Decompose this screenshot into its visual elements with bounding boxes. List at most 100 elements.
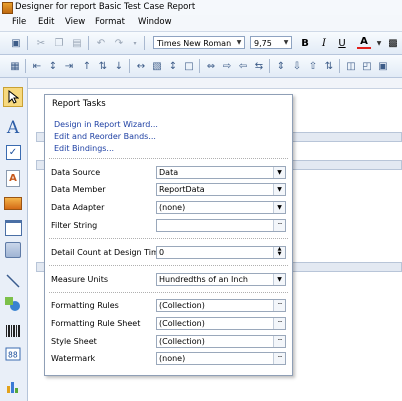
filter-string-field[interactable]: ··· — [156, 219, 286, 232]
chevron-down-icon[interactable]: ▼ — [234, 37, 244, 48]
toolbox: A ✓ A 88 — [0, 78, 28, 401]
data-source-value: Data — [159, 168, 179, 177]
cut-icon[interactable]: ✂ — [34, 36, 48, 50]
edit-bindings-link[interactable]: Edit Bindings... — [54, 144, 114, 153]
decrease-horizontal-spacing-icon[interactable]: ⇦ — [236, 59, 250, 73]
center-horizontally-icon[interactable]: ◫ — [344, 59, 358, 73]
menu-window[interactable]: Window — [138, 17, 172, 27]
data-member-value: ReportData — [159, 185, 205, 194]
spin-arrows-icon[interactable]: ▲ ▼ — [273, 247, 285, 258]
design-in-report-wizard-link[interactable]: Design in Report Wizard... — [54, 120, 158, 129]
pointer-tool-icon[interactable] — [3, 87, 23, 107]
redo-dropdown-icon[interactable]: ▾ — [128, 36, 142, 50]
watermark-label: Watermark — [51, 354, 96, 363]
toolbar-separator — [25, 59, 26, 73]
redo-icon[interactable]: ↷ — [112, 36, 126, 50]
horizontal-ruler — [28, 78, 402, 89]
same-width-icon[interactable]: ↔ — [134, 59, 148, 73]
menu-edit[interactable]: Edit — [38, 17, 54, 27]
chevron-down-icon[interactable]: ▼ — [273, 184, 285, 195]
chevron-down-icon[interactable]: ▼ — [372, 36, 386, 50]
formatting-rules-value: (Collection) — [159, 301, 205, 310]
toolbar-separator — [27, 36, 28, 50]
shape-tool-icon[interactable] — [3, 294, 23, 314]
chevron-down-icon[interactable]: ▼ — [273, 274, 285, 285]
remove-horizontal-spacing-icon[interactable]: ⇆ — [252, 59, 266, 73]
label-tool-icon[interactable]: A — [3, 118, 23, 138]
formatting-rules-field[interactable]: (Collection) ··· — [156, 299, 286, 312]
chevron-down-icon[interactable]: ▼ — [273, 167, 285, 178]
style-sheet-label: Style Sheet — [51, 337, 97, 346]
detail-count-spinner[interactable]: 0 ▲ ▼ — [156, 246, 286, 259]
increase-horizontal-spacing-icon[interactable]: ⇨ — [220, 59, 234, 73]
bold-button[interactable]: B — [298, 36, 312, 50]
center-vertically-icon[interactable]: ◰ — [360, 59, 374, 73]
undo-icon[interactable]: ↶ — [94, 36, 108, 50]
ellipsis-icon[interactable]: ··· — [273, 336, 285, 347]
size-to-grid-icon[interactable]: ▧ — [150, 59, 164, 73]
ellipsis-icon[interactable]: ··· — [273, 220, 285, 231]
measure-units-combo[interactable]: Hundredths of an Inch ▼ — [156, 273, 286, 286]
chevron-down-icon[interactable]: ▼ — [281, 37, 291, 48]
align-middle-icon[interactable]: ⇅ — [96, 59, 110, 73]
font-color-button[interactable]: A — [357, 36, 371, 49]
ellipsis-icon[interactable]: ··· — [273, 318, 285, 329]
style-sheet-field[interactable]: (Collection) ··· — [156, 335, 286, 348]
divider — [49, 265, 288, 266]
underline-button[interactable]: U — [335, 36, 349, 50]
chart-tool-icon[interactable] — [3, 376, 23, 396]
toolbar-separator — [144, 36, 145, 50]
increase-vertical-spacing-icon[interactable]: ⇩ — [290, 59, 304, 73]
italic-button[interactable]: I — [317, 36, 331, 50]
bring-to-front-icon[interactable]: ▣ — [376, 59, 390, 73]
zipcode-tool-icon[interactable]: 88 — [3, 344, 23, 364]
align-right-icon[interactable]: ⇥ — [62, 59, 76, 73]
copy-icon[interactable]: ❐ — [52, 36, 66, 50]
measure-units-label: Measure Units — [51, 275, 108, 284]
data-member-label: Data Member — [51, 185, 106, 194]
table-tool-icon[interactable] — [3, 240, 23, 260]
app-icon — [2, 2, 13, 14]
chevron-down-icon[interactable]: ▼ — [273, 202, 285, 213]
line-tool-icon[interactable] — [3, 271, 23, 291]
toolbar-separator — [269, 59, 270, 73]
formatting-rule-sheet-label: Formatting Rule Sheet — [51, 319, 141, 328]
ellipsis-icon[interactable]: ··· — [273, 300, 285, 311]
menu-bar: File Edit View Format Window — [0, 15, 402, 32]
data-adapter-combo[interactable]: (none) ▼ — [156, 201, 286, 214]
align-top-icon[interactable]: ↑ — [80, 59, 94, 73]
horizontal-spacing-equal-icon[interactable]: ⇔ — [204, 59, 218, 73]
background-color-icon[interactable]: ▩ — [386, 36, 400, 50]
remove-vertical-spacing-icon[interactable]: ⇅ — [322, 59, 336, 73]
checkbox-tool-icon[interactable]: ✓ — [3, 142, 23, 162]
same-size-icon[interactable]: □ — [182, 59, 196, 73]
detail-count-value: 0 — [159, 248, 165, 257]
menu-file[interactable]: File — [12, 17, 26, 27]
font-name-combo[interactable]: Times New Roman ▼ — [153, 36, 245, 49]
ellipsis-icon[interactable]: ··· — [273, 353, 285, 364]
data-source-combo[interactable]: Data ▼ — [156, 166, 286, 179]
edit-reorder-bands-link[interactable]: Edit and Reorder Bands... — [54, 132, 156, 141]
same-height-icon[interactable]: ↕ — [166, 59, 180, 73]
barcode-tool-icon[interactable] — [3, 321, 23, 341]
picture-box-tool-icon[interactable] — [3, 193, 23, 213]
vertical-spacing-equal-icon[interactable]: ⇕ — [274, 59, 288, 73]
font-size-combo[interactable]: 9,75 ▼ — [250, 36, 292, 49]
paste-icon[interactable]: ▤ — [70, 36, 84, 50]
formatting-rule-sheet-field[interactable]: (Collection) ··· — [156, 317, 286, 330]
align-bottom-icon[interactable]: ↓ — [112, 59, 126, 73]
save-icon[interactable]: ▣ — [9, 36, 23, 50]
divider — [49, 292, 288, 293]
data-member-combo[interactable]: ReportData ▼ — [156, 183, 286, 196]
watermark-value: (none) — [159, 354, 186, 363]
decrease-vertical-spacing-icon[interactable]: ⇧ — [306, 59, 320, 73]
menu-format[interactable]: Format — [95, 17, 125, 27]
menu-view[interactable]: View — [65, 17, 85, 27]
align-to-grid-icon[interactable]: ▦ — [8, 59, 22, 73]
align-center-icon[interactable]: ↕ — [46, 59, 60, 73]
align-left-icon[interactable]: ⇤ — [30, 59, 44, 73]
panel-tool-icon[interactable] — [3, 218, 23, 238]
watermark-field[interactable]: (none) ··· — [156, 352, 286, 365]
formatting-rules-label: Formatting Rules — [51, 301, 119, 310]
rich-text-tool-icon[interactable]: A — [3, 168, 23, 188]
